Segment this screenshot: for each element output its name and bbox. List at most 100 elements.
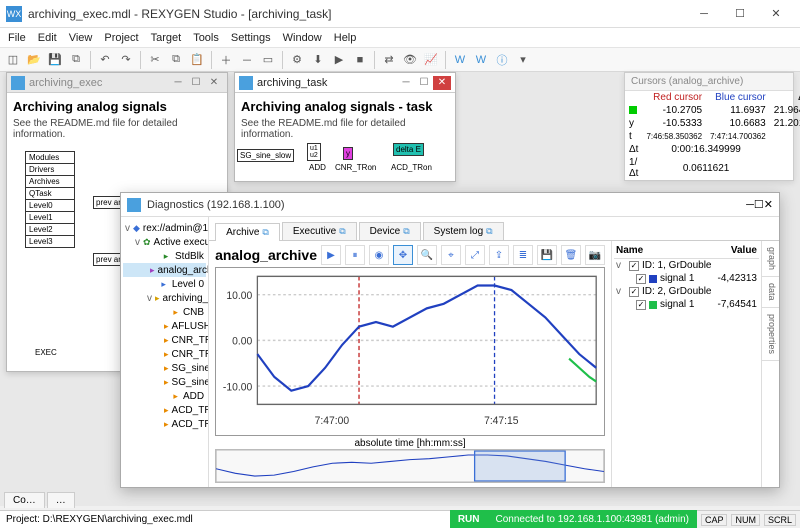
pause-icon[interactable]: ⏸ bbox=[345, 245, 365, 265]
child-close-icon[interactable]: ✕ bbox=[433, 76, 451, 90]
plot-overview[interactable] bbox=[215, 449, 605, 483]
connect-icon[interactable]: ⇄ bbox=[380, 51, 398, 69]
child-exec-titlebar[interactable]: archiving_exec ─ ☐ ✕ bbox=[7, 73, 227, 93]
diag-close-icon[interactable]: ✕ bbox=[764, 198, 773, 211]
download-icon[interactable]: ⬇ bbox=[309, 51, 327, 69]
compile-icon[interactable]: ⚙ bbox=[288, 51, 306, 69]
side-tab-properties[interactable]: properties bbox=[762, 308, 779, 361]
tree-item-stdblk[interactable]: ▸StdBlk bbox=[123, 249, 206, 263]
tree-item-aflush[interactable]: ▸AFLUSH bbox=[123, 319, 206, 333]
save-icon[interactable]: 💾 bbox=[46, 51, 64, 69]
tree-item-cnb[interactable]: ▸CNB bbox=[123, 305, 206, 319]
record-icon[interactable]: ◉ bbox=[369, 245, 389, 265]
bottom-tab-1[interactable]: Co… bbox=[4, 492, 45, 508]
cursor-icon[interactable]: ⌖ bbox=[441, 245, 461, 265]
popout-icon[interactable]: ⧉ bbox=[403, 226, 409, 236]
menu-file[interactable]: File bbox=[8, 32, 26, 44]
paste-icon[interactable]: 📋 bbox=[188, 51, 206, 69]
menu-tools[interactable]: Tools bbox=[193, 32, 219, 44]
child-min-icon[interactable]: ─ bbox=[397, 76, 415, 90]
menu-project[interactable]: Project bbox=[104, 32, 138, 44]
tree-root[interactable]: v◆rex://admin@192.168.1.100... bbox=[123, 221, 206, 235]
zoom-out-icon[interactable]: － bbox=[238, 51, 256, 69]
blk-cnr-tron[interactable]: y bbox=[343, 147, 353, 160]
popout-icon[interactable]: ⧉ bbox=[486, 226, 492, 236]
minimize-button[interactable]: ─ bbox=[686, 2, 722, 26]
bottom-tab-2[interactable]: … bbox=[47, 492, 75, 508]
legend-row[interactable]: v✓ID: 1, GrDouble bbox=[614, 259, 759, 272]
tree-item-cnr_tron[interactable]: ▸CNR_TRon bbox=[123, 347, 206, 361]
save-plot-icon[interactable]: 💾 bbox=[537, 245, 557, 265]
menu-settings[interactable]: Settings bbox=[231, 32, 271, 44]
side-tab-data[interactable]: data bbox=[762, 277, 779, 308]
clear-icon[interactable]: 🗑 bbox=[561, 245, 581, 265]
tab-executive[interactable]: Executive⧉ bbox=[282, 222, 357, 240]
tree-item-cnr_troff[interactable]: ▸CNR_TRoff bbox=[123, 333, 206, 347]
diag-min-icon[interactable]: ─ bbox=[746, 199, 754, 211]
tree-item-add[interactable]: ▸ADD bbox=[123, 389, 206, 403]
tree-item-acd_tron[interactable]: ▸ACD_TRon bbox=[123, 417, 206, 431]
blk-add[interactable]: u1u2 bbox=[307, 143, 321, 161]
diag-right-pane: Archive⧉ Executive⧉ Device⧉ System log⧉ … bbox=[209, 217, 779, 487]
child-max-icon[interactable]: ☐ bbox=[415, 76, 433, 90]
tree-item-level-0[interactable]: ▸Level 0 bbox=[123, 277, 206, 291]
dropdown-icon[interactable]: ▾ bbox=[514, 51, 532, 69]
move-icon[interactable]: ✥ bbox=[393, 245, 413, 265]
tree-item-acd_troff[interactable]: ▸ACD_TRoff bbox=[123, 403, 206, 417]
maximize-button[interactable]: ☐ bbox=[722, 2, 758, 26]
child-exec-heading: Archiving analog signals bbox=[13, 99, 221, 114]
diag-titlebar[interactable]: Diagnostics (192.168.1.100) ─ ☐ ✕ bbox=[121, 193, 779, 217]
tab-device[interactable]: Device⧉ bbox=[359, 222, 421, 240]
blk-acd-tron[interactable]: delta E bbox=[393, 143, 424, 156]
zoom-fit-icon[interactable]: ▭ bbox=[259, 51, 277, 69]
legend-row[interactable]: ✓signal 1-4,42313 bbox=[614, 272, 759, 285]
fit-icon[interactable]: ⤢ bbox=[465, 245, 485, 265]
child-task-titlebar[interactable]: archiving_task ─ ☐ ✕ bbox=[235, 73, 455, 93]
info-icon[interactable]: ⓘ bbox=[493, 51, 511, 69]
diag-tree[interactable]: v◆rex://admin@192.168.1.100... v✿Active … bbox=[121, 217, 209, 487]
menu-edit[interactable]: Edit bbox=[38, 32, 57, 44]
wx-icon[interactable]: W bbox=[451, 51, 469, 69]
cut-icon[interactable]: ✂ bbox=[146, 51, 164, 69]
redo-icon[interactable]: ↷ bbox=[117, 51, 135, 69]
tree-item-sg_sine_fast[interactable]: ▸SG_sine_fast bbox=[123, 361, 206, 375]
new-icon[interactable]: ◫ bbox=[4, 51, 22, 69]
diag-max-icon[interactable]: ☐ bbox=[754, 198, 764, 211]
plot-chart[interactable]: -10.000.0010.007:47:007:47:15 bbox=[215, 267, 605, 436]
tree-item-sg_sine_slow[interactable]: ▸SG_sine_slow bbox=[123, 375, 206, 389]
tree-item-analog_archive[interactable]: ▸analog_archive bbox=[123, 263, 206, 277]
tree-active-executive[interactable]: v✿Active executive bbox=[123, 235, 206, 249]
menu-target[interactable]: Target bbox=[151, 32, 182, 44]
blk-sg-sine-slow[interactable]: SG_sine_slow bbox=[237, 149, 294, 162]
run-icon[interactable]: ▶ bbox=[330, 51, 348, 69]
undo-icon[interactable]: ↶ bbox=[96, 51, 114, 69]
child-min-icon[interactable]: ─ bbox=[169, 76, 187, 90]
menu-view[interactable]: View bbox=[69, 32, 93, 44]
menu-help[interactable]: Help bbox=[334, 32, 357, 44]
wx2-icon[interactable]: W bbox=[472, 51, 490, 69]
snapshot-icon[interactable]: 📷 bbox=[585, 245, 605, 265]
legend-row[interactable]: v✓ID: 2, GrDouble bbox=[614, 285, 759, 298]
menu-window[interactable]: Window bbox=[283, 32, 322, 44]
export-icon[interactable]: ⇪ bbox=[489, 245, 509, 265]
saveall-icon[interactable]: ⧉ bbox=[67, 51, 85, 69]
list-icon[interactable]: ≣ bbox=[513, 245, 533, 265]
popout-icon[interactable]: ⧉ bbox=[339, 226, 345, 236]
copy-icon[interactable]: ⧉ bbox=[167, 51, 185, 69]
legend-row[interactable]: ✓signal 1-7,64541 bbox=[614, 298, 759, 311]
zoom-in-icon[interactable]: ＋ bbox=[217, 51, 235, 69]
zoom-icon[interactable]: 🔍 bbox=[417, 245, 437, 265]
tab-system-log[interactable]: System log⧉ bbox=[423, 222, 504, 240]
open-icon[interactable]: 📂 bbox=[25, 51, 43, 69]
tab-archive[interactable]: Archive⧉ bbox=[215, 223, 280, 241]
child-max-icon[interactable]: ☐ bbox=[187, 76, 205, 90]
plot-icon[interactable]: 📈 bbox=[422, 51, 440, 69]
play-icon[interactable]: ▶ bbox=[321, 245, 341, 265]
watch-icon[interactable]: 👁 bbox=[401, 51, 419, 69]
tree-item-archiving_task[interactable]: v▸archiving_task bbox=[123, 291, 206, 305]
side-tab-graph[interactable]: graph bbox=[762, 241, 779, 277]
close-button[interactable]: ✕ bbox=[758, 2, 794, 26]
child-close-icon[interactable]: ✕ bbox=[205, 76, 223, 90]
popout-icon[interactable]: ⧉ bbox=[262, 227, 268, 237]
stop-icon[interactable]: ■ bbox=[351, 51, 369, 69]
